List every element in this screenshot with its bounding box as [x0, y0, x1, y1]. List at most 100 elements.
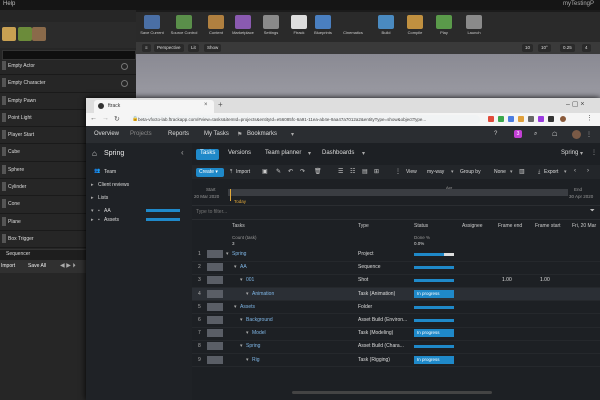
extension-icon[interactable]	[548, 116, 554, 122]
expand-icon[interactable]: ▾	[240, 277, 243, 283]
expand-icon[interactable]: ▾	[240, 317, 243, 323]
home-icon[interactable]: ⌂	[92, 149, 97, 158]
expand-icon[interactable]: ▾	[234, 264, 237, 270]
col-date[interactable]: Fri, 20 Mar	[572, 223, 596, 229]
col-assignee[interactable]: Assignee	[462, 223, 483, 229]
table-row[interactable]: 4 ▾ Animation Task (Animation) In progress	[192, 287, 600, 302]
tree-view-icon[interactable]: ☷	[350, 168, 355, 175]
extension-icon[interactable]	[488, 116, 494, 122]
notification-badge[interactable]: 3	[514, 130, 522, 138]
tab-team-planner[interactable]: Team planner	[265, 150, 301, 156]
info-icon[interactable]	[121, 63, 128, 70]
profile-avatar[interactable]	[560, 116, 566, 122]
grid-view-icon[interactable]: ⊞	[374, 168, 379, 175]
browser-menu-icon[interactable]: ⋮	[586, 114, 593, 122]
filter-icon[interactable]: ⏷	[590, 208, 595, 215]
perspective-button[interactable]: Perspective	[154, 44, 184, 52]
place-item[interactable]: Empty Actor	[0, 58, 136, 76]
expand-icon[interactable]: ▸	[91, 195, 94, 201]
expand-icon[interactable]: ▾	[240, 343, 243, 349]
status-badge[interactable]: In progress	[414, 355, 454, 364]
columns-icon[interactable]: ▥	[519, 168, 525, 175]
save-icon[interactable]: ▣	[262, 168, 268, 175]
grid-snap-value[interactable]: 10	[522, 44, 534, 52]
col-type[interactable]: Type	[358, 223, 369, 229]
sidebar-item-team[interactable]: Team	[104, 169, 116, 175]
extension-icon[interactable]	[518, 116, 524, 122]
timeline-bar[interactable]	[228, 189, 568, 196]
table-row[interactable]: 2 ▾ AA Sequence	[192, 261, 600, 275]
sidebar-item-client-reviews[interactable]: Client reviews	[98, 182, 129, 188]
rotation-snap-value[interactable]: 10°	[538, 44, 551, 52]
horizontal-scrollbar[interactable]	[292, 391, 492, 394]
new-tab-icon[interactable]: +	[218, 100, 223, 109]
toolbar-button[interactable]: Build	[372, 14, 400, 41]
toolbar-button[interactable]: Source Control	[170, 14, 198, 41]
board-view-icon[interactable]: ▤	[362, 168, 368, 175]
table-row[interactable]: 9 ▾ Rig Task (Rigging) In progress	[192, 354, 600, 368]
create-button[interactable]: Create ▾	[196, 168, 224, 177]
paint-mode-icon[interactable]	[18, 27, 32, 41]
toolbar-button[interactable]: Play	[430, 14, 458, 41]
previous-icon[interactable]: ‹	[574, 168, 576, 174]
toolbar-button[interactable]: Compile	[401, 14, 429, 41]
tab-dashboards[interactable]: Dashboards	[322, 150, 354, 156]
table-row[interactable]: 8 ▾ Spring Asset Build (Chara...	[192, 340, 600, 354]
next-icon[interactable]: ›	[587, 168, 589, 174]
expand-icon[interactable]: ▾	[234, 304, 237, 310]
status-badge[interactable]: In progress	[414, 289, 454, 298]
col-frame-end[interactable]: Frame end	[498, 223, 522, 229]
toolbar-button[interactable]: Marketplace	[229, 14, 257, 41]
toolbar-button[interactable]: Content	[202, 14, 230, 41]
toolbar-button[interactable]: Cinematics	[339, 14, 367, 41]
nav-overview[interactable]: Overview	[94, 131, 119, 137]
place-mode-icon[interactable]	[2, 27, 16, 41]
redo-icon[interactable]: ↷	[300, 168, 305, 175]
row-frame-end[interactable]: 1.00	[502, 277, 512, 283]
lit-button[interactable]: Lit	[188, 44, 199, 52]
group-by-select[interactable]: None	[494, 169, 506, 175]
sequencer-nav-icon[interactable]: ◀ ▶ ⏵	[60, 262, 76, 270]
view-select[interactable]: my-way	[427, 169, 444, 175]
import-button[interactable]: Import	[236, 169, 250, 175]
row-name[interactable]: 001	[246, 277, 254, 283]
row-name[interactable]: Spring	[232, 251, 246, 257]
expand-icon[interactable]: ▾	[246, 330, 249, 336]
row-name[interactable]: Animation	[252, 291, 274, 297]
url-input[interactable]: 🔒 beta-vfxcto-lab.ftrackapp.com/#view=ta…	[130, 115, 480, 124]
tab-versions[interactable]: Versions	[228, 150, 251, 156]
nav-bookmarks[interactable]: Bookmarks	[247, 131, 277, 137]
nav-my-tasks[interactable]: My Tasks	[204, 131, 229, 137]
row-name[interactable]: AA	[240, 264, 247, 270]
col-frame-start[interactable]: Frame start	[535, 223, 561, 229]
menu-help[interactable]: Help	[3, 1, 15, 7]
nav-projects[interactable]: Projects	[130, 131, 152, 137]
sidebar-item-lists[interactable]: Lists	[98, 195, 108, 201]
inbox-icon[interactable]: ☖	[552, 131, 557, 138]
search-icon[interactable]: ⌕	[534, 131, 537, 138]
user-avatar[interactable]	[572, 130, 581, 139]
tab-tasks[interactable]: Tasks	[200, 150, 215, 156]
more-icon[interactable]: ⋮	[395, 168, 401, 175]
delete-icon[interactable]: 🗑	[314, 168, 322, 175]
reload-icon[interactable]: ↻	[114, 115, 120, 123]
col-status[interactable]: Status	[414, 223, 428, 229]
undo-icon[interactable]: ↶	[288, 168, 293, 175]
topnav-menu-icon[interactable]: ⋮	[586, 131, 592, 138]
extension-icon[interactable]	[508, 116, 514, 122]
place-item[interactable]: Empty Character	[0, 75, 136, 93]
table-row[interactable]: 6 ▾ Background Asset Build (Environ...	[192, 314, 600, 328]
sidebar-tree-item-assets[interactable]: Assets	[104, 217, 119, 223]
row-name[interactable]: Assets	[240, 304, 255, 310]
filter-input[interactable]: Type to filter...	[196, 209, 227, 215]
expand-icon[interactable]: ▾	[246, 291, 249, 297]
toolbar-button[interactable]: Save Current	[138, 14, 166, 41]
sidebar-tree-item-aa[interactable]: AA	[104, 208, 111, 214]
camera-speed-value[interactable]: 4	[582, 44, 591, 52]
expand-icon[interactable]: ▸	[91, 217, 94, 223]
nav-reports[interactable]: Reports	[168, 131, 189, 137]
sequencer-import-button[interactable]: Import	[1, 263, 15, 269]
expand-icon[interactable]: ▸	[91, 182, 94, 188]
forward-icon[interactable]: →	[102, 115, 109, 122]
sequencer-save-all-button[interactable]: Save All	[28, 263, 46, 269]
